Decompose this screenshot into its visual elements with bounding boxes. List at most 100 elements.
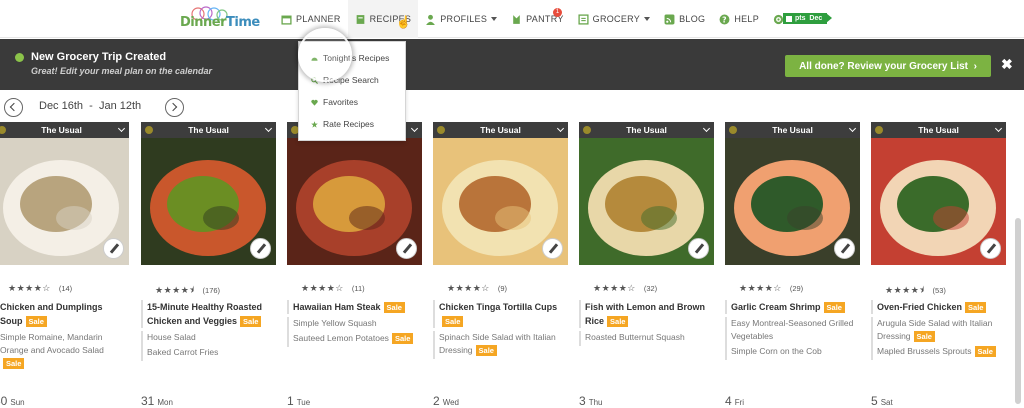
edit-pencil-icon[interactable] bbox=[834, 238, 855, 259]
nav-grocery[interactable]: GROCERY bbox=[571, 0, 657, 38]
rating-stars[interactable]: ★★★★☆ (9) bbox=[447, 283, 507, 294]
rating-stars[interactable]: ★★★★☆ (29) bbox=[739, 283, 803, 294]
plan-label: The Usual bbox=[41, 125, 82, 135]
list-icon bbox=[578, 13, 589, 25]
side-dish-item[interactable]: Simple Corn on the Cob bbox=[731, 345, 857, 358]
nav-blog-label: BLOG bbox=[679, 14, 706, 24]
recipe-photo[interactable] bbox=[725, 138, 860, 265]
previous-week-button[interactable] bbox=[4, 98, 23, 117]
points-badge[interactable]: pts Dec bbox=[783, 13, 828, 24]
side-dish-item[interactable]: Arugula Side Salad with Italian Dressing… bbox=[877, 317, 1003, 343]
next-week-button[interactable] bbox=[165, 98, 184, 117]
day-card: The Usual ★★★★⯨ (53) Oven-Fried Chicken Sa… bbox=[871, 122, 1006, 408]
rating-stars[interactable]: ★★★★⯨ (176) bbox=[155, 283, 220, 299]
recipe-title[interactable]: Chicken Tinga Tortilla Cups Sale bbox=[433, 300, 565, 328]
plan-selector[interactable]: The Usual bbox=[871, 122, 1006, 138]
side-dish-item[interactable]: Mapled Brussels Sprouts Sale bbox=[877, 345, 1003, 358]
recipe-photo[interactable] bbox=[433, 138, 568, 265]
chevron-left-icon bbox=[9, 102, 19, 112]
side-dishes: Simple Romaine, Mandarin Orange and Avoc… bbox=[0, 331, 126, 372]
side-dish-item[interactable]: Roasted Butternut Squash bbox=[585, 331, 711, 344]
day-card: The Usual ★★★★☆ (14) Chicken and Dumpling… bbox=[0, 122, 129, 408]
rating-stars[interactable]: ★★★★☆ (14) bbox=[8, 283, 72, 294]
recipe-title[interactable]: Hawaiian Ham Steak Sale bbox=[287, 300, 419, 314]
review-button-label: All done? Review your Grocery List bbox=[799, 60, 969, 72]
side-dish-item[interactable]: Easy Montreal-Seasoned Grilled Vegetable… bbox=[731, 317, 857, 343]
day-name: Tue bbox=[296, 398, 311, 407]
scrollbar[interactable] bbox=[1015, 218, 1021, 404]
day-card: The Usual ★★★★☆ (9) Chicken Tinga Tortill… bbox=[433, 122, 568, 408]
day-card: The Usual ★★★★☆(11) Hawaiian Ham SteakSa… bbox=[287, 122, 422, 408]
sale-badge: Sale bbox=[965, 302, 987, 313]
edit-pencil-icon[interactable] bbox=[980, 238, 1001, 259]
star-rating-icons: ★★★★⯨ bbox=[155, 285, 195, 295]
sale-badge: Sale bbox=[25, 316, 47, 327]
plan-dot-icon bbox=[0, 126, 6, 134]
side-dish-item[interactable]: House Salad bbox=[147, 331, 273, 344]
date-range-start: Dec 16th bbox=[39, 100, 84, 112]
side-dish-item[interactable]: Spinach Side Salad with Italian Dressing… bbox=[439, 331, 565, 357]
rating-count: (11) bbox=[351, 284, 365, 293]
rating-stars[interactable]: ★★★★☆ (11) bbox=[301, 283, 365, 294]
recipe-title[interactable]: Chicken and Dumplings Soup Sale bbox=[0, 300, 126, 328]
recipe-photo[interactable] bbox=[141, 138, 276, 265]
side-dish-item[interactable]: Baked Carrot Fries bbox=[147, 346, 273, 359]
nav-help-label: HELP bbox=[734, 14, 760, 24]
side-dish-name: Baked Carrot Fries bbox=[147, 347, 219, 357]
chevron-right-icon: › bbox=[973, 60, 977, 72]
recipe-title[interactable]: Oven-Fried Chicken Sale bbox=[871, 300, 1003, 314]
rating-count: (29) bbox=[789, 284, 804, 293]
cursor-highlight bbox=[298, 28, 352, 82]
side-dish-item[interactable]: Simple Romaine, Mandarin Orange and Avoc… bbox=[0, 331, 126, 370]
nav-profiles-label: PROFILES bbox=[440, 14, 488, 24]
menu-item-favorites[interactable]: Favorites bbox=[311, 97, 358, 107]
day-number: 1 bbox=[287, 394, 294, 408]
edit-pencil-icon[interactable] bbox=[250, 238, 271, 259]
plan-label: The Usual bbox=[918, 125, 959, 135]
rating-stars[interactable]: ★★★★☆ (32) bbox=[593, 283, 657, 294]
nav-pantry[interactable]: PANTRY bbox=[504, 0, 570, 38]
nav-blog[interactable]: BLOG bbox=[657, 0, 712, 38]
day-card: The Usual ★★★★⯨ (176) 15-Minute Healthy R… bbox=[141, 122, 276, 408]
grocery-count-badge: 1 bbox=[553, 8, 562, 17]
sale-badge: Sale bbox=[475, 345, 497, 356]
recipe-photo[interactable] bbox=[287, 138, 422, 265]
recipe-title-text: Garlic Cream Shrimp bbox=[731, 302, 821, 312]
recipe-title[interactable]: 15-Minute Healthy Roasted Chicken and Ve… bbox=[141, 300, 273, 328]
edit-pencil-icon[interactable] bbox=[542, 238, 563, 259]
recipe-title-text: Fish with Lemon and Brown Rice bbox=[585, 302, 705, 326]
pantry-icon bbox=[513, 14, 520, 24]
side-dish-item[interactable]: Sauteed Lemon Potatoes Sale bbox=[293, 332, 419, 345]
plan-selector[interactable]: The Usual bbox=[433, 122, 568, 138]
review-grocery-list-button[interactable]: All done? Review your Grocery List › bbox=[785, 55, 991, 77]
rating-count: (14) bbox=[58, 284, 73, 293]
rating-count: (32) bbox=[643, 284, 658, 293]
rating-stars[interactable]: ★★★★⯨ (53) bbox=[885, 283, 946, 299]
logo-wordmark[interactable]: DinnerTime bbox=[180, 15, 260, 30]
recipe-photo[interactable] bbox=[0, 138, 129, 265]
recipe-photo[interactable] bbox=[579, 138, 714, 265]
heart-icon bbox=[311, 99, 318, 106]
banner-title: New Grocery Trip Created bbox=[31, 51, 167, 63]
recipe-photo[interactable] bbox=[871, 138, 1006, 265]
recipe-title[interactable]: Fish with Lemon and Brown Rice Sale bbox=[579, 300, 711, 328]
plan-selector[interactable]: The Usual bbox=[0, 122, 129, 138]
banner-subtitle: Great! Edit your meal plan on the calend… bbox=[31, 66, 213, 76]
day-name: Mon bbox=[157, 398, 173, 407]
edit-pencil-icon[interactable] bbox=[688, 238, 709, 259]
menu-item-rate-recipes[interactable]: Rate Recipes bbox=[311, 119, 374, 129]
edit-pencil-icon[interactable] bbox=[396, 238, 417, 259]
side-dish-item[interactable]: Simple Yellow Squash bbox=[293, 317, 419, 330]
close-icon[interactable]: ✖ bbox=[1001, 56, 1013, 73]
plan-selector[interactable]: The Usual bbox=[725, 122, 860, 138]
day-label: 1 Tue bbox=[287, 394, 310, 408]
plan-dot-icon bbox=[583, 126, 591, 134]
plan-label: The Usual bbox=[772, 125, 813, 135]
plan-selector[interactable]: The Usual bbox=[579, 122, 714, 138]
nav-profiles[interactable]: PROFILES bbox=[418, 0, 504, 38]
edit-pencil-icon[interactable] bbox=[103, 238, 124, 259]
plan-selector[interactable]: The Usual bbox=[141, 122, 276, 138]
recipe-title[interactable]: Garlic Cream Shrimp Sale bbox=[725, 300, 857, 314]
nav-help[interactable]: ? HELP bbox=[712, 0, 766, 38]
side-dish-name: House Salad bbox=[147, 332, 196, 342]
